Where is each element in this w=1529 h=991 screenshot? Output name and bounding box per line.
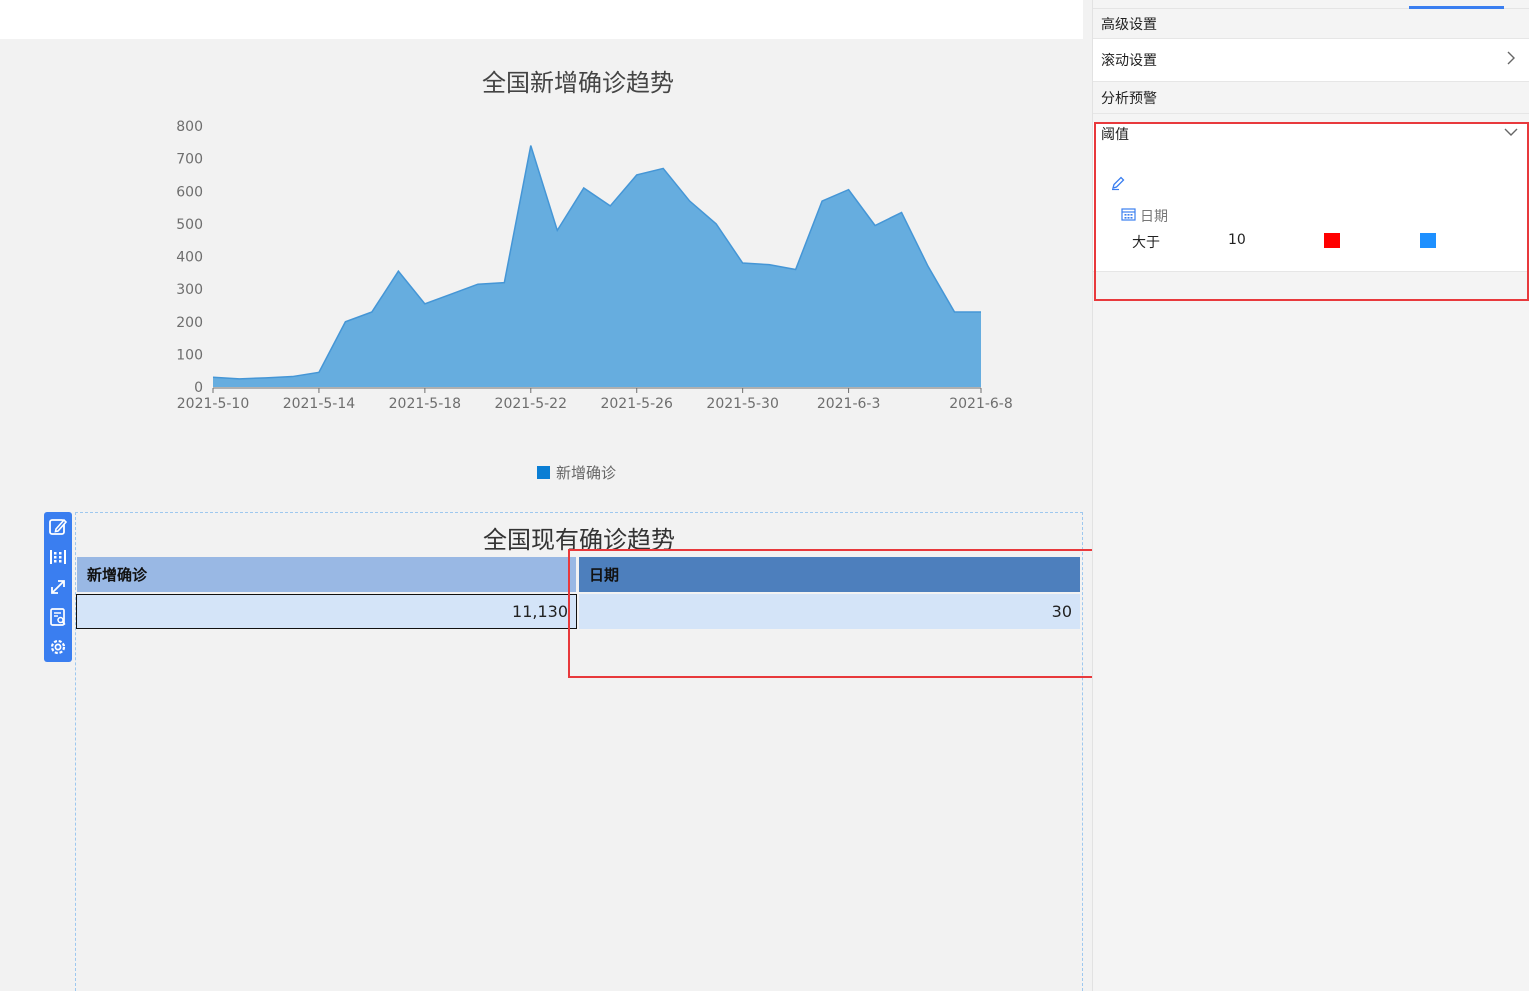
highlight-box-table	[568, 549, 1113, 678]
panel-separator	[1093, 113, 1529, 114]
x-tick-label: 2021-5-10	[177, 396, 249, 412]
y-tick-label: 500	[176, 217, 203, 233]
legend-label: 新增确诊	[556, 464, 617, 482]
y-tick-label: 100	[176, 347, 203, 363]
x-tick-label: 2021-5-18	[389, 396, 461, 412]
area-chart[interactable]: 2021-5-10 2021-5-14 2021-5-18 2021-5-22 2021…	[0, 0, 1092, 500]
y-tick-label: 700	[176, 152, 203, 168]
chevron-right-icon[interactable]	[1504, 50, 1518, 70]
x-tick-label: 2021-5-14	[283, 396, 356, 412]
x-tick-label: 2021-5-26	[600, 396, 673, 412]
y-tick-label: 600	[176, 184, 203, 200]
section-analysis-warning: 分析预警	[1093, 83, 1529, 113]
expand-icon[interactable]	[47, 576, 69, 598]
y-tick-label: 200	[176, 315, 203, 331]
y-tick-label: 0	[194, 380, 203, 396]
x-tick-label: 2021-6-8	[949, 396, 1013, 412]
y-tick-label: 400	[176, 250, 203, 266]
table-cell-new-cases[interactable]: 11,130	[76, 594, 577, 629]
series-area-new-cases	[213, 145, 981, 387]
panel-separator	[1093, 81, 1529, 82]
chart-legend[interactable]: 新增确诊	[537, 462, 616, 483]
highlight-box-threshold	[1094, 122, 1529, 301]
scroll-settings-row[interactable]: 滚动设置	[1093, 39, 1529, 81]
y-tick-label: 800	[176, 119, 203, 135]
y-tick-label: 300	[176, 282, 203, 298]
legend-swatch	[537, 466, 550, 479]
data-view-icon[interactable]	[47, 606, 69, 628]
scroll-settings-label: 滚动设置	[1101, 53, 1157, 69]
x-tick-label: 2021-6-3	[817, 396, 881, 412]
section-advanced-settings: 高级设置	[1093, 9, 1529, 39]
widget-toolbar	[44, 512, 72, 662]
edit-icon[interactable]	[47, 516, 69, 538]
x-tick-label: 2021-5-22	[495, 396, 567, 412]
column-header-new-cases[interactable]: 新增确诊	[77, 557, 576, 592]
gear-icon[interactable]	[47, 636, 69, 658]
grid-icon[interactable]	[47, 546, 69, 568]
x-tick-label: 2021-5-30	[706, 396, 778, 412]
